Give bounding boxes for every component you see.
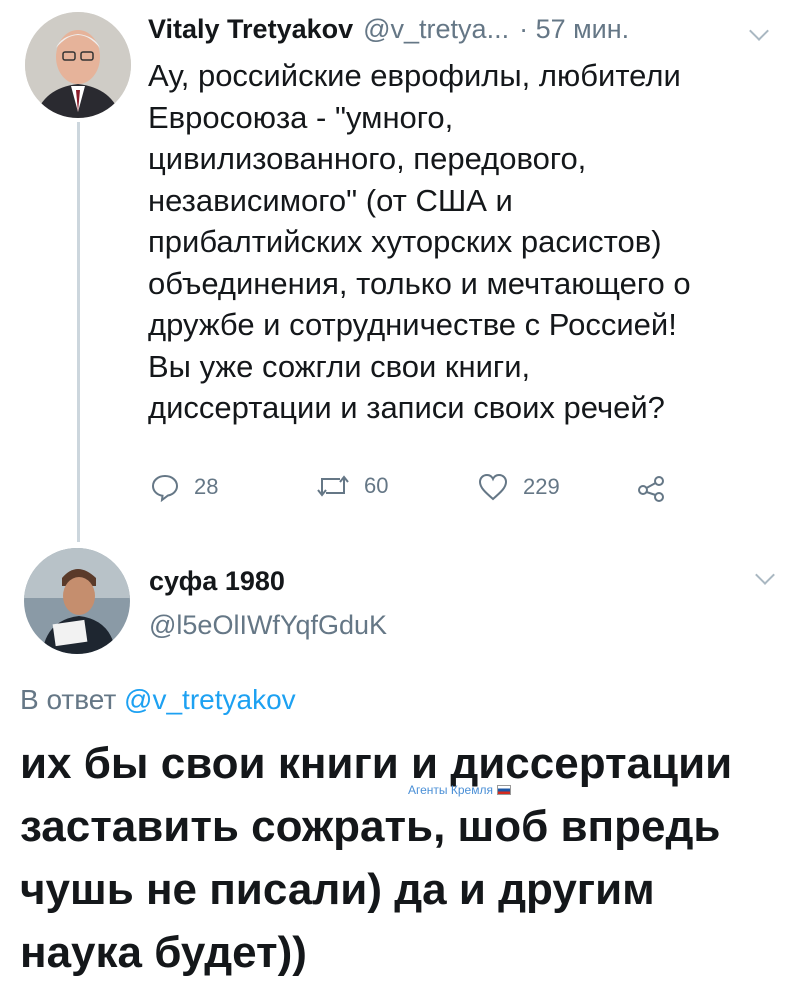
tweet-text-line: Ау, российские еврофилы, любители xyxy=(148,58,681,93)
chevron-down-icon[interactable] xyxy=(749,21,769,41)
reply-author-avatar[interactable] xyxy=(24,548,130,654)
like-count: 229 xyxy=(523,474,560,499)
reply-author-handle[interactable]: @l5eOlIWfYqfGduK xyxy=(149,610,387,641)
author-handle[interactable]: @v_tretya... xyxy=(363,14,509,45)
author-name[interactable]: Vitaly Tretyakov xyxy=(148,14,353,45)
tweet-text-line: независимого" (от США и xyxy=(148,182,513,218)
chevron-down-icon[interactable] xyxy=(755,565,775,585)
share-icon xyxy=(638,476,664,502)
tweet-text-line: дружбе и сотрудничестве с Россией! xyxy=(148,307,677,342)
in-reply-to: В ответ @v_tretyakov xyxy=(20,684,296,716)
russian-flag-icon xyxy=(496,785,511,795)
retweet-count: 60 xyxy=(364,473,389,498)
in-reply-to-link[interactable]: @v_tretyakov xyxy=(124,684,296,715)
reply-text: их бы свои книги и диссертации заставить… xyxy=(20,732,800,984)
watermark-text: Агенты Кремля xyxy=(408,783,493,797)
tweet-text-line: объединения, только и мечтающего о xyxy=(148,265,691,301)
reply-button[interactable]: 28 xyxy=(150,472,218,502)
tweet-text-line: Вы уже сожгли свои книги, xyxy=(148,348,531,384)
reply-text-line: заставить сожрать, шоб впредь xyxy=(20,802,721,851)
tweet-text-line: прибалтийских хуторских расистов) xyxy=(148,224,662,259)
tweet-header: Vitaly Tretyakov @v_tretya... · 57 мин. xyxy=(148,14,629,45)
share-button[interactable] xyxy=(636,474,666,507)
reply-count: 28 xyxy=(194,474,219,499)
retweet-icon xyxy=(317,475,349,497)
retweet-button[interactable]: 60 xyxy=(316,472,388,500)
tweet-text-line: Евросоюза - "умного, xyxy=(148,99,454,135)
tweet-timestamp[interactable]: · 57 мин. xyxy=(519,14,629,45)
reply-text-line: наука будет)) xyxy=(20,928,307,977)
reply-text-line: чушь не писали) да и другим xyxy=(20,865,655,914)
heart-icon xyxy=(478,473,508,501)
author-avatar[interactable] xyxy=(25,12,131,118)
thread-connector-line xyxy=(77,122,80,542)
reply-icon xyxy=(151,474,179,502)
in-reply-to-label: В ответ xyxy=(20,684,117,715)
like-button[interactable]: 229 xyxy=(477,472,560,502)
tweet-text-line: диссертации и записи своих речей? xyxy=(148,390,665,425)
reply-author-name[interactable]: суфа 1980 xyxy=(149,566,285,597)
tweet-text: Ау, российские еврофилы, любители Евросо… xyxy=(148,55,768,429)
watermark: Агенты Кремля xyxy=(408,783,511,797)
tweet-text-line: цивилизованного, передового, xyxy=(148,141,587,176)
